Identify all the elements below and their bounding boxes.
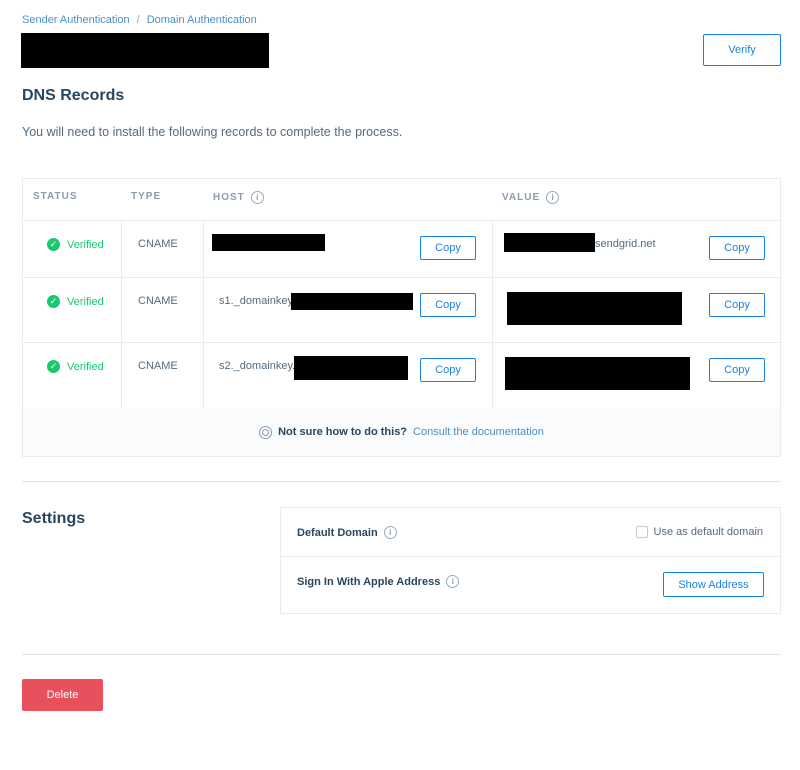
column-header-value: VALUE i [502,191,560,204]
record-value-suffix: sendgrid.net [595,238,656,250]
host-redacted [291,293,413,310]
verify-button[interactable]: Verify [703,34,781,66]
host-redacted [212,234,325,251]
default-domain-option: Use as default domain [635,526,763,538]
column-header-host: HOST i [213,191,264,204]
show-address-button[interactable]: Show Address [663,572,764,597]
breadcrumb-domain-authentication[interactable]: Domain Authentication [147,14,257,26]
dns-records-title: DNS Records [22,87,125,104]
check-circle-icon: ✓ [47,295,60,308]
default-domain-checkbox[interactable] [635,526,648,538]
copy-value-button[interactable]: Copy [709,358,765,382]
breadcrumb-separator: / [136,14,140,26]
record-type: CNAME [138,238,178,250]
host-info-icon[interactable]: i [250,191,264,204]
record-type: CNAME [138,295,178,307]
table-divider [23,277,780,278]
status-badge: ✓ Verified [47,238,104,251]
page-title-redacted [21,33,269,68]
record-host-prefix: s2._domainkey. [219,360,296,372]
copy-host-button[interactable]: Copy [420,358,476,382]
section-divider [22,481,781,482]
copy-host-button[interactable]: Copy [420,236,476,260]
dns-records-table: STATUS TYPE HOST i VALUE i ✓ Verified CN… [22,178,781,457]
apple-address-info-icon[interactable]: i [446,575,460,588]
default-domain-label: Default Domain i [297,526,397,539]
apple-address-label: Sign In With Apple Address i [297,575,460,588]
value-redacted [504,233,595,252]
settings-panel: Default Domain i Use as default domain S… [280,507,781,614]
column-divider [492,220,493,408]
settings-title: Settings [22,510,86,527]
value-info-icon[interactable]: i [546,191,560,204]
copy-value-button[interactable]: Copy [709,236,765,260]
help-question: Not sure how to do this? [278,426,408,438]
settings-divider [281,556,780,557]
delete-button[interactable]: Delete [22,679,103,711]
section-divider [22,654,781,655]
table-divider [23,342,780,343]
status-badge: ✓ Verified [47,360,104,373]
consult-documentation-link[interactable]: Consult the documentation [413,426,544,438]
record-host-prefix: s1._domainkey. [219,295,296,307]
status-badge: ✓ Verified [47,295,104,308]
check-circle-icon: ✓ [47,238,60,251]
column-header-type: TYPE [131,191,162,202]
table-divider [23,220,780,221]
column-divider [203,220,204,408]
breadcrumb: Sender Authentication / Domain Authentic… [22,14,257,26]
column-divider [121,220,122,408]
copy-value-button[interactable]: Copy [709,293,765,317]
value-redacted [505,357,690,390]
copy-host-button[interactable]: Copy [420,293,476,317]
host-redacted [294,356,408,380]
dns-intro-text: You will need to install the following r… [22,125,403,139]
record-type: CNAME [138,360,178,372]
default-domain-info-icon[interactable]: i [383,526,397,539]
lifebuoy-icon [259,425,273,439]
help-row: Not sure how to do this? Consult the doc… [23,408,780,456]
breadcrumb-sender-authentication[interactable]: Sender Authentication [22,14,130,26]
check-circle-icon: ✓ [47,360,60,373]
column-header-status: STATUS [33,191,78,202]
default-domain-checkbox-label[interactable]: Use as default domain [654,526,763,538]
value-redacted [507,292,682,325]
